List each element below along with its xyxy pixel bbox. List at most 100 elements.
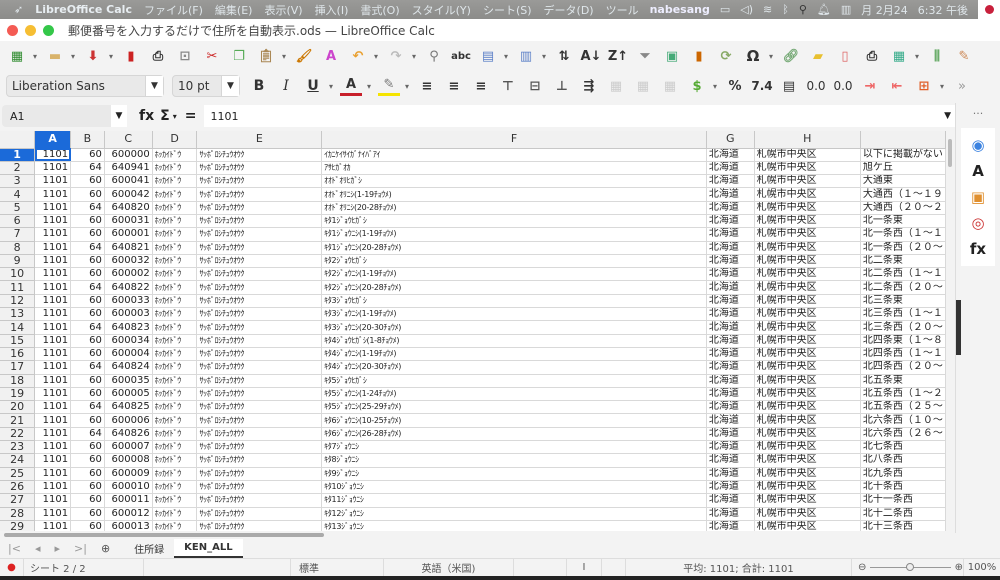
cell-i[interactable]: 北五条西（１～２ (860, 387, 946, 402)
cell-a[interactable]: 1101 (34, 467, 72, 481)
cell-i[interactable]: 北一条東 (860, 214, 946, 229)
row-header[interactable]: 3 (0, 174, 36, 189)
cell-c[interactable]: 640941 (104, 161, 153, 176)
row-header[interactable]: 10 (0, 267, 36, 282)
cell-h[interactable]: 札幌市中央区 (754, 254, 861, 269)
cell-c[interactable]: 640825 (104, 400, 153, 415)
font-name-combo[interactable]: Liberation Sans ▼ (6, 75, 164, 97)
row-header[interactable]: 12 (0, 294, 36, 309)
currency-format-icon[interactable]: $ (686, 76, 708, 96)
show-draw-functions-icon[interactable]: ✎ (953, 46, 975, 66)
cell-c[interactable]: 600012 (104, 507, 153, 521)
cell-f[interactable]: ｷﾀ10ｼﾞｮｳﾆｼ (321, 480, 707, 495)
cell-g[interactable]: 北海道 (706, 227, 755, 242)
first-sheet-icon[interactable]: |< (8, 542, 21, 555)
cell-e[interactable]: ｻｯﾎﾟﾛｼﾁｭｳｵｳｸ (196, 467, 323, 481)
activity-icon[interactable]: ▥ (841, 3, 851, 16)
cell-i[interactable]: 北十一条西 (860, 493, 946, 508)
cell-f[interactable]: ｷﾀ2ｼﾞｮｳﾆｼ(1-19ﾁｮｳﾒ) (321, 267, 707, 282)
cell-g[interactable]: 北海道 (706, 174, 755, 189)
cell-a[interactable]: 1101 (34, 427, 72, 442)
row-header[interactable]: 13 (0, 307, 36, 322)
cell-e[interactable]: ｻｯﾎﾟﾛｼﾁｭｳｵｳｸ (196, 507, 323, 521)
cell-a[interactable]: 1101 (34, 174, 72, 189)
cell-g[interactable]: 北海道 (706, 413, 755, 428)
cell-e[interactable]: ｻｯﾎﾟﾛｼﾁｭｳｵｳｸ (196, 254, 323, 269)
cell-e[interactable]: ｻｯﾎﾟﾛｼﾁｭｳｵｳｸ (196, 148, 323, 162)
sidebar-collapse-handle[interactable] (956, 300, 961, 355)
increase-indent-icon[interactable]: ⇥ (859, 76, 881, 96)
cell-c[interactable]: 600033 (104, 294, 153, 309)
cell-h[interactable]: 札幌市中央区 (754, 440, 861, 455)
freeze-rows-columns-icon[interactable]: ▦ (888, 46, 910, 66)
cell-d[interactable]: ﾎｯｶｲﾄﾞｳ (152, 413, 198, 428)
borders-icon[interactable]: ⊞ (913, 76, 935, 96)
cell-b[interactable]: 60 (70, 493, 105, 508)
row-header[interactable]: 4 (0, 187, 36, 202)
export-pdf-icon[interactable]: ▮ (120, 46, 142, 66)
cell-b[interactable]: 60 (70, 467, 105, 481)
row-header[interactable]: 1 (0, 148, 36, 162)
font-name-dropdown-icon[interactable]: ▼ (145, 76, 163, 96)
cell-h[interactable]: 札幌市中央区 (754, 214, 861, 229)
cell-d[interactable]: ﾎｯｶｲﾄﾞｳ (152, 493, 198, 508)
cell-c[interactable]: 600031 (104, 214, 153, 229)
cell-a[interactable]: 1101 (34, 294, 72, 309)
cell-g[interactable]: 北海道 (706, 507, 755, 521)
highlight-color-icon[interactable]: ✎ (378, 76, 400, 96)
cell-g[interactable]: 北海道 (706, 453, 755, 468)
cell-i[interactable]: 北一条西（２０～ (860, 241, 946, 255)
menubar-time[interactable]: 6:32 午後 (918, 2, 968, 18)
cell-f[interactable]: ｷﾀ3ｼﾞｮｳﾆｼ(1-19ﾁｮｳﾒ) (321, 307, 707, 322)
cell-a[interactable]: 1101 (34, 360, 72, 375)
next-sheet-icon[interactable]: ▸ (54, 542, 60, 555)
cell-i[interactable]: 以下に掲載がない (860, 148, 946, 162)
cell-b[interactable]: 60 (70, 507, 105, 521)
column-icon[interactable]: ▥ (515, 46, 537, 66)
cell-d[interactable]: ﾎｯｶｲﾄﾞｳ (152, 467, 198, 481)
zoom-in-icon[interactable]: ⊕ (955, 562, 963, 573)
cell-i[interactable]: 北一条西（１～１ (860, 227, 946, 242)
status-page-style[interactable]: 標準 (291, 558, 384, 577)
zoom-out-icon[interactable]: ⊖ (858, 562, 866, 573)
sidebar-more-button[interactable]: ··· (956, 107, 1000, 120)
row-header[interactable]: 2 (0, 161, 36, 176)
row-header[interactable]: 15 (0, 334, 36, 348)
column-header-e[interactable]: E (196, 131, 323, 149)
number-format-button[interactable]: 7.4 (751, 76, 773, 96)
cell-f[interactable]: ｷﾀ6ｼﾞｮｳﾆｼ(10-25ﾁｮｳﾒ) (321, 413, 707, 428)
cell-f[interactable]: ｷﾀ4ｼﾞｮｳﾋｶﾞｼ(1-8ﾁｮｳﾒ) (321, 334, 707, 348)
cell-b[interactable]: 60 (70, 174, 105, 189)
cell-e[interactable]: ｻｯﾎﾟﾛｼﾁｭｳｵｳｸ (196, 440, 323, 455)
menu-file[interactable]: ファイル(F) (144, 2, 203, 18)
cell-a[interactable]: 1101 (34, 148, 72, 162)
name-box-dropdown-icon[interactable]: ▼ (111, 105, 127, 127)
sort-descending-icon[interactable]: Z↑ (607, 46, 629, 66)
italic-icon[interactable]: I (275, 76, 297, 96)
cell-f[interactable]: ｷﾀ1ｼﾞｮｳﾆｼ(20-28ﾁｮｳﾒ) (321, 241, 707, 255)
cell-h[interactable]: 札幌市中央区 (754, 161, 861, 176)
zoom-slider-track[interactable] (870, 563, 951, 571)
redo-icon[interactable]: ↷ (385, 46, 407, 66)
cell-b[interactable]: 60 (70, 307, 105, 322)
cell-e[interactable]: ｻｯﾎﾟﾛｼﾁｭｳｵｳｸ (196, 161, 323, 176)
cell-c[interactable]: 600006 (104, 413, 153, 428)
menu-format[interactable]: 書式(O) (360, 2, 399, 18)
cell-h[interactable]: 札幌市中央区 (754, 320, 861, 335)
cell-f[interactable]: ｲｶﾆｹｲｻｲｶﾞﾅｲﾊﾞｱｲ (321, 148, 707, 162)
cell-c[interactable]: 600004 (104, 347, 153, 362)
cell-g[interactable]: 北海道 (706, 400, 755, 415)
cell-e[interactable]: ｻｯﾎﾟﾛｼﾁｭｳｵｳｸ (196, 453, 323, 468)
menu-data[interactable]: データ(D) (544, 2, 594, 18)
new-dropdown[interactable]: ▾ (33, 52, 40, 61)
cell-h[interactable]: 札幌市中央区 (754, 427, 861, 442)
cell-d[interactable]: ﾎｯｶｲﾄﾞｳ (152, 320, 198, 335)
insert-chart-icon[interactable]: ▮ (688, 46, 710, 66)
status-sheet[interactable]: シート 2 / 2 (24, 558, 144, 577)
prev-sheet-icon[interactable]: ◂ (35, 542, 41, 555)
cell-i[interactable]: 北二条東 (860, 254, 946, 269)
cell-b[interactable]: 64 (70, 161, 105, 176)
cell-e[interactable]: ｻｯﾎﾟﾛｼﾁｭｳｵｳｸ (196, 214, 323, 229)
spelling-icon[interactable]: abc (450, 46, 472, 66)
freeze-dropdown[interactable]: ▾ (915, 52, 922, 61)
